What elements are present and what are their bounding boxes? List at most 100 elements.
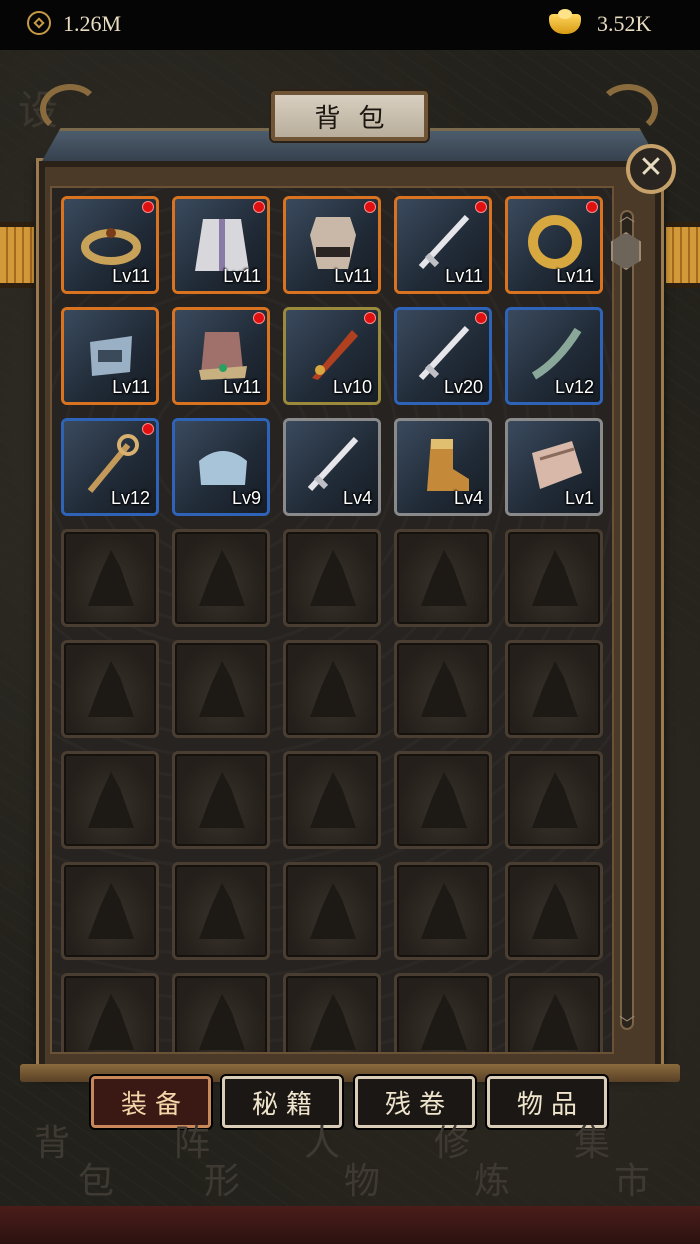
robe-icon — [191, 211, 253, 273]
nav-character[interactable]: 人 物 — [290, 1120, 410, 1220]
new-badge-icon — [142, 423, 154, 435]
empty-slot[interactable] — [505, 862, 603, 960]
sword-icon — [413, 211, 475, 273]
nav-cultivate[interactable]: 修 炼 — [420, 1120, 540, 1220]
item-level: Lv12 — [110, 488, 150, 508]
nav-label: 集 — [574, 1123, 611, 1164]
empty-slot[interactable] — [394, 973, 492, 1052]
gloves-icon — [524, 433, 586, 495]
empty-slot[interactable] — [394, 751, 492, 849]
ring-icon — [524, 211, 586, 273]
lantern-left-icon — [0, 222, 34, 288]
item-level: Lv12 — [554, 377, 594, 397]
nav-label: 包 — [78, 1161, 115, 1202]
new-badge-icon — [475, 201, 487, 213]
empty-slot[interactable] — [61, 973, 159, 1052]
item-slot[interactable]: Lv11 — [505, 196, 603, 294]
armor-icon — [302, 211, 364, 273]
scroll-down-icon[interactable]: ﹀ — [616, 1016, 638, 1032]
empty-slot[interactable] — [172, 862, 270, 960]
item-slot[interactable]: Lv9 — [172, 418, 270, 516]
new-badge-icon — [142, 201, 154, 213]
empty-slot[interactable] — [172, 973, 270, 1052]
sword-icon — [413, 322, 475, 384]
roof-ornament-left — [40, 84, 100, 134]
new-badge-icon — [475, 312, 487, 324]
item-level: Lv4 — [342, 488, 372, 508]
nav-label: 修 — [434, 1123, 471, 1164]
panel-title: 背包 — [271, 91, 428, 141]
item-level: Lv11 — [334, 266, 372, 286]
item-level: Lv4 — [453, 488, 483, 508]
item-slot[interactable]: Lv11 — [61, 196, 159, 294]
empty-slot[interactable] — [283, 973, 381, 1052]
bracer-icon — [80, 211, 142, 273]
empty-slot[interactable] — [61, 862, 159, 960]
item-level: Lv10 — [332, 377, 372, 397]
item-level: Lv11 — [223, 266, 261, 286]
empty-slot[interactable] — [505, 973, 603, 1052]
nav-market[interactable]: 集 市 — [560, 1120, 680, 1220]
item-level: Lv20 — [443, 377, 483, 397]
empty-slot[interactable] — [61, 751, 159, 849]
nav-formation[interactable]: 阵 形 — [160, 1120, 280, 1220]
roof-ornament-right — [598, 84, 658, 134]
item-level: Lv11 — [445, 266, 483, 286]
new-badge-icon — [586, 201, 598, 213]
dagger-icon — [524, 322, 586, 384]
item-level: Lv11 — [556, 266, 594, 286]
empty-slot[interactable] — [172, 751, 270, 849]
bottom-nav: 背 包 阵 形 人 物 修 炼 集 市 — [0, 1120, 700, 1244]
close-icon: ✕ — [638, 150, 664, 185]
new-badge-icon — [253, 312, 265, 324]
item-slot[interactable]: Lv11 — [394, 196, 492, 294]
item-slot[interactable]: Lv4 — [283, 418, 381, 516]
empty-slot[interactable] — [505, 640, 603, 738]
item-slot[interactable]: Lv20 — [394, 307, 492, 405]
nav-label: 人 — [304, 1123, 341, 1164]
item-slot[interactable]: Lv11 — [283, 196, 381, 294]
item-slot[interactable]: Lv12 — [505, 307, 603, 405]
empty-slot[interactable] — [283, 862, 381, 960]
close-button[interactable]: ✕ — [626, 144, 676, 194]
lantern-right-icon — [666, 222, 700, 288]
empty-slot[interactable] — [394, 529, 492, 627]
item-level: Lv1 — [564, 488, 594, 508]
item-slot[interactable]: Lv12 — [61, 418, 159, 516]
nav-label: 炼 — [474, 1161, 511, 1202]
item-slot[interactable]: Lv11 — [172, 196, 270, 294]
item-level: Lv11 — [223, 377, 261, 397]
scrollbar-track[interactable] — [620, 210, 634, 1030]
nav-bag[interactable]: 背 包 — [20, 1120, 140, 1220]
empty-slot[interactable] — [61, 640, 159, 738]
empty-slot[interactable] — [505, 751, 603, 849]
item-level: Lv9 — [231, 488, 261, 508]
coin-value: 1.26M — [63, 11, 122, 36]
empty-slot[interactable] — [394, 862, 492, 960]
hat-icon — [191, 322, 253, 384]
nav-label: 物 — [344, 1161, 381, 1202]
nav-label: 形 — [204, 1161, 241, 1202]
empty-slot[interactable] — [283, 751, 381, 849]
item-slot[interactable]: Lv10 — [283, 307, 381, 405]
staff-icon — [80, 433, 142, 495]
new-badge-icon — [364, 312, 376, 324]
item-slot[interactable]: Lv1 — [505, 418, 603, 516]
empty-slot[interactable] — [283, 529, 381, 627]
empty-slot[interactable] — [172, 640, 270, 738]
item-level: Lv11 — [112, 377, 150, 397]
new-badge-icon — [253, 201, 265, 213]
empty-slot[interactable] — [283, 640, 381, 738]
item-slot[interactable]: Lv11 — [172, 307, 270, 405]
empty-slot[interactable] — [172, 529, 270, 627]
ingot-value: 3.52K — [597, 11, 652, 36]
empty-slot[interactable] — [505, 529, 603, 627]
empty-slot[interactable] — [61, 529, 159, 627]
item-slot[interactable]: Lv11 — [61, 307, 159, 405]
scroll-up-icon[interactable]: ︿ — [616, 208, 638, 224]
gold-ingot-icon — [549, 9, 581, 34]
inventory-grid: Lv11 Lv11 Lv11 Lv11 Lv11 Lv11 Lv11 Lv10 Lv20 Lv12… — [50, 186, 614, 1054]
empty-slot[interactable] — [394, 640, 492, 738]
item-slot[interactable]: Lv4 — [394, 418, 492, 516]
helmet-icon — [80, 322, 142, 384]
